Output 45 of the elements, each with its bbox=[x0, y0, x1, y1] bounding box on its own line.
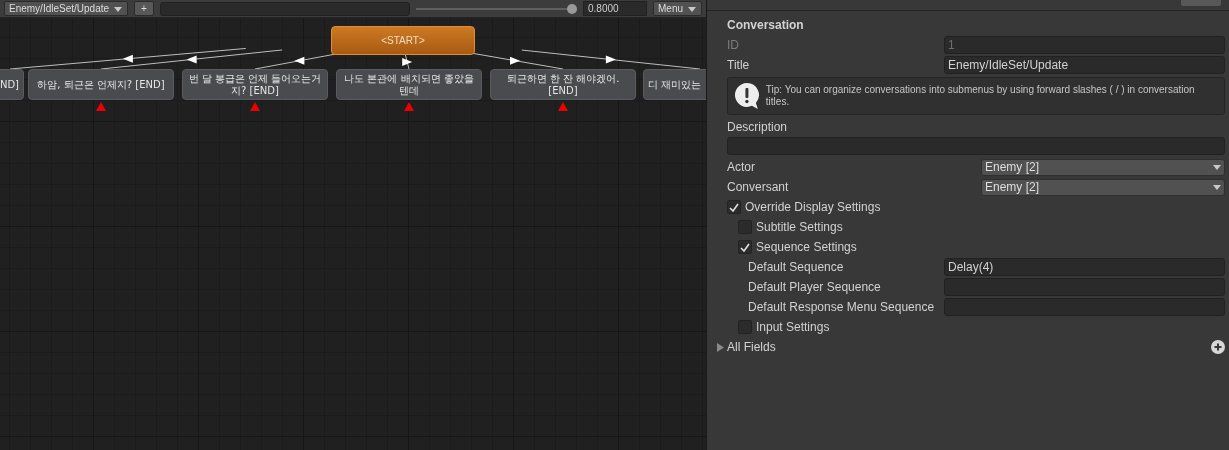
checkbox[interactable] bbox=[727, 200, 741, 214]
search-field[interactable] bbox=[159, 1, 410, 16]
foldout-arrow-icon[interactable] bbox=[717, 342, 724, 352]
dialogue-node[interactable]: 퇴근하면 한 잔 해야겠어. [END] bbox=[490, 69, 636, 100]
field-label: Title bbox=[727, 58, 751, 72]
slider-thumb[interactable] bbox=[567, 3, 578, 14]
field-label: ID bbox=[727, 38, 740, 52]
caret-icon bbox=[114, 7, 123, 12]
checkbox-label: Override Display Settings bbox=[745, 200, 881, 214]
add-button[interactable]: + bbox=[134, 1, 154, 16]
field-label: Default Player Sequence bbox=[748, 280, 882, 294]
warning-triangle-icon bbox=[558, 102, 568, 111]
toolbar-button[interactable] bbox=[1181, 0, 1221, 6]
add-icon[interactable] bbox=[1211, 340, 1225, 354]
field-label: Conversant bbox=[727, 180, 789, 194]
dropdown[interactable]: Enemy [2] bbox=[981, 178, 1225, 196]
dialogue-node[interactable]: 하암, 퇴근은 언제지? [END] bbox=[28, 69, 174, 100]
field-label: Actor bbox=[727, 160, 755, 174]
field-label: Default Response Menu Sequence bbox=[748, 300, 936, 314]
warning-triangle-icon bbox=[250, 102, 260, 111]
checkbox-label: Subtitle Settings bbox=[756, 220, 843, 234]
caret-icon bbox=[688, 7, 696, 12]
text-field[interactable]: Delay(4) bbox=[944, 258, 1225, 276]
text-field[interactable]: Enemy/IdleSet/Update bbox=[944, 56, 1225, 74]
warning-triangle-icon bbox=[404, 102, 414, 111]
field-label: Description bbox=[727, 120, 788, 134]
section-heading: Conversation bbox=[727, 17, 805, 34]
checkbox-label: Input Settings bbox=[756, 320, 830, 334]
menu-dropdown[interactable]: Menu bbox=[653, 1, 702, 16]
checkbox[interactable] bbox=[738, 240, 752, 254]
dialogue-node[interactable]: ND] bbox=[0, 69, 24, 100]
dropdown[interactable]: Enemy [2] bbox=[981, 158, 1225, 176]
caret-icon bbox=[1213, 164, 1221, 170]
caret-icon bbox=[1213, 184, 1221, 190]
zoom-field[interactable]: 0.8000 bbox=[583, 1, 647, 16]
foldout-label[interactable]: All Fields bbox=[727, 340, 776, 354]
warning-triangle-icon bbox=[96, 102, 106, 111]
conversation-dropdown[interactable]: Enemy/IdleSet/Update bbox=[4, 1, 129, 16]
dialogue-node[interactable]: 번 달 봉급은 언제 들어오는거지? [END] bbox=[182, 69, 328, 100]
field-label: Default Sequence bbox=[748, 260, 845, 274]
dialogue-node[interactable]: 디 재미있는 bbox=[643, 69, 706, 100]
checkbox-label: Sequence Settings bbox=[756, 240, 857, 254]
tip-text: Tip: You can organize conversations into submenus by using forward slashes ( / ) in conversation titles. bbox=[765, 84, 1196, 108]
warning-icon bbox=[734, 82, 760, 110]
dialogue-node[interactable]: 나도 본관에 배치되면 좋았을 텐데 bbox=[336, 69, 482, 100]
